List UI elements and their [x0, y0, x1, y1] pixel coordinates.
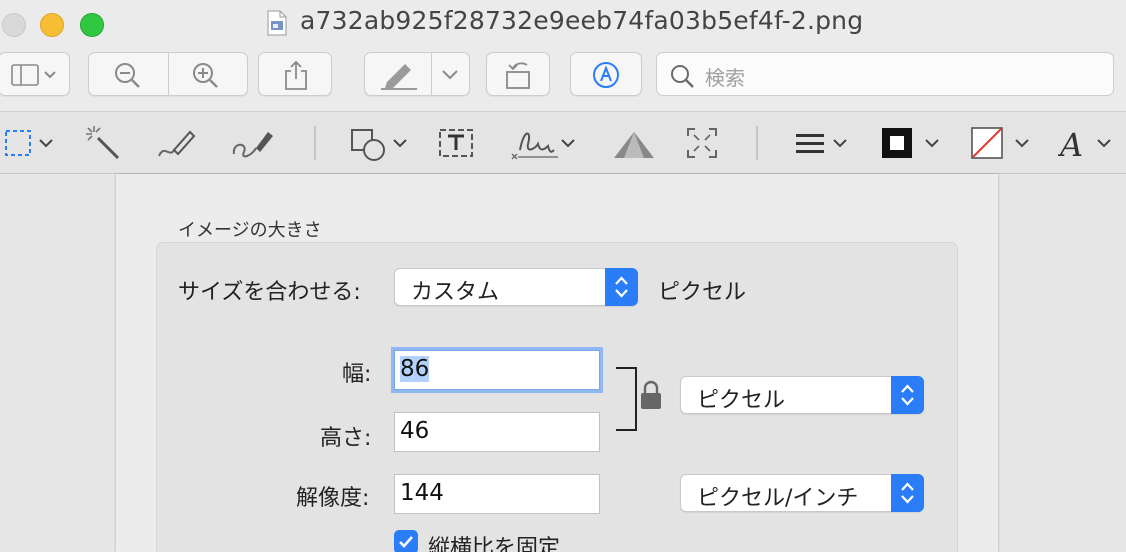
- markup-toolbar-button[interactable]: [364, 52, 470, 96]
- popup-stepper: [891, 474, 924, 512]
- sidebar-toggle-button[interactable]: [0, 52, 70, 96]
- width-value: 86: [400, 356, 430, 382]
- main-toolbar: 検索: [0, 44, 1126, 112]
- svg-text:A: A: [1058, 126, 1083, 162]
- lock-icon[interactable]: [640, 380, 662, 410]
- checkmark-icon: [399, 536, 413, 548]
- zoom-in-icon[interactable]: [189, 61, 223, 89]
- zoom-window-button[interactable]: [80, 13, 104, 37]
- up-down-chevron-icon: [901, 384, 914, 406]
- resolution-label: 解像度:: [296, 486, 370, 511]
- width-label: 幅:: [342, 362, 372, 387]
- draw-tool-icon[interactable]: [230, 124, 276, 162]
- height-value: 46: [400, 418, 430, 444]
- sketch-tool-icon[interactable]: [156, 124, 198, 162]
- annotate-button[interactable]: [570, 52, 642, 96]
- up-down-chevron-icon: [901, 482, 914, 504]
- zoom-button-group: [88, 52, 248, 96]
- close-window-button[interactable]: [2, 13, 26, 37]
- resolution-unit-value: ピクセル/インチ: [697, 486, 859, 511]
- signature-tool-icon[interactable]: [508, 124, 580, 162]
- share-button[interactable]: [258, 52, 332, 96]
- rotate-icon: [506, 62, 530, 89]
- zoom-out-icon[interactable]: [111, 61, 145, 89]
- line-style-tool-icon[interactable]: [794, 124, 852, 162]
- search-input[interactable]: 検索: [656, 52, 1114, 96]
- fit-into-popup[interactable]: カスタム: [394, 268, 638, 306]
- instant-alpha-tool-icon[interactable]: [84, 124, 122, 162]
- shapes-tool-icon[interactable]: [350, 124, 412, 162]
- search-icon: [671, 65, 694, 88]
- resolution-field[interactable]: 144: [394, 474, 600, 514]
- adjust-color-tool-icon[interactable]: [610, 124, 658, 162]
- markup-divider: [431, 52, 432, 96]
- fit-into-label: サイズを合わせる:: [178, 280, 361, 305]
- markup-circle-icon: [593, 62, 619, 88]
- fit-into-value: カスタム: [411, 280, 500, 305]
- resolution-unit-popup[interactable]: ピクセル/インチ: [680, 474, 924, 512]
- popup-stepper: [605, 268, 638, 306]
- fit-into-unit-label: ピクセル: [658, 280, 747, 305]
- popup-stepper: [891, 376, 924, 414]
- share-icon: [285, 60, 307, 90]
- pen-icon: [381, 64, 417, 90]
- size-unit-popup[interactable]: ピクセル: [680, 376, 924, 414]
- rect-selection-tool-icon[interactable]: [4, 124, 60, 162]
- fill-color-tool-icon[interactable]: [970, 124, 1032, 162]
- text-tool-icon[interactable]: [438, 124, 474, 162]
- image-size-group-title: イメージの大きさ: [178, 220, 322, 241]
- border-color-tool-icon[interactable]: [880, 124, 942, 162]
- adjust-size-tool-icon[interactable]: [686, 124, 718, 162]
- text-style-tool-icon[interactable]: A: [1058, 124, 1126, 162]
- sidebar-icon: [11, 64, 56, 86]
- title-bar: a732ab925f28732e9eeb74fa03b5ef4f-2.png: [0, 0, 1126, 44]
- link-bracket: [616, 367, 637, 431]
- constrain-proportions-label: 縦横比を固定: [428, 536, 561, 552]
- size-unit-value: ピクセル: [697, 388, 786, 413]
- resolution-value: 144: [400, 480, 444, 506]
- markup-divider-1: [314, 126, 316, 160]
- up-down-chevron-icon: [615, 276, 628, 298]
- minimize-window-button[interactable]: [40, 13, 64, 37]
- search-placeholder: 検索: [705, 66, 745, 90]
- height-label: 高さ:: [320, 426, 372, 451]
- height-field[interactable]: 46: [394, 412, 600, 452]
- constrain-proportions-checkbox[interactable]: [394, 530, 418, 552]
- window-title: a732ab925f28732e9eeb74fa03b5ef4f-2.png: [300, 6, 864, 35]
- zoom-divider: [168, 52, 169, 96]
- png-file-icon: [267, 10, 287, 36]
- chevron-down-icon: [442, 70, 458, 80]
- markup-divider-2: [756, 126, 758, 160]
- width-field[interactable]: 86: [394, 350, 600, 390]
- markup-toolbar: A: [0, 112, 1126, 174]
- rotate-button[interactable]: [486, 52, 550, 96]
